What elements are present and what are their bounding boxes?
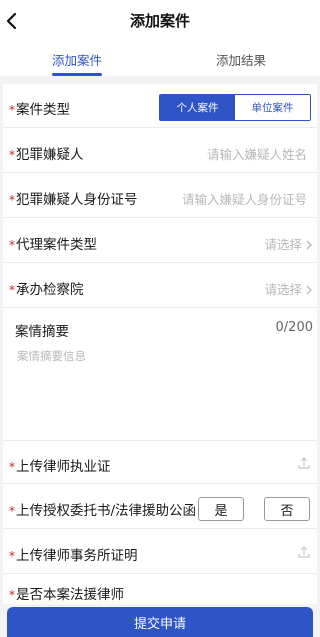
summary-textarea[interactable]: 案情摘要信息 <box>17 348 86 364</box>
legal-aid-label: *是否本案法援律师 <box>9 583 124 603</box>
tab-add-case[interactable]: 添加案件 <box>40 50 114 69</box>
upload-firm-proof-row[interactable]: *上传律师事务所证明 <box>3 530 317 574</box>
upload-authorization-label: *上传授权委托书/法律援助公函 <box>9 499 196 519</box>
tab-active-indicator <box>52 73 102 76</box>
upload-license-text: 上传律师执业证 <box>16 459 111 475</box>
chevron-right-icon <box>306 285 312 295</box>
required-mark: * <box>9 193 15 207</box>
suspect-id-label: *犯罪嫌疑人身份证号 <box>9 188 138 208</box>
required-mark: * <box>9 504 15 518</box>
nav-bar: 添加案件 <box>0 0 320 40</box>
form-card: *案件类型 个人案件 单位案件 *犯罪嫌疑人 请输入嫌疑人姓名 *犯罪嫌疑人身份… <box>3 84 317 604</box>
procuratorate-label: *承办检察院 <box>9 278 84 298</box>
case-type-option-unit[interactable]: 单位案件 <box>235 95 310 120</box>
required-mark: * <box>9 238 15 252</box>
upload-authorization-text: 上传授权委托书/法律援助公函 <box>16 503 197 519</box>
case-type-label: *案件类型 <box>9 98 70 118</box>
case-type-option-personal[interactable]: 个人案件 <box>160 95 235 120</box>
required-mark: * <box>9 588 15 602</box>
required-mark: * <box>9 103 15 117</box>
upload-license-label: *上传律师执业证 <box>9 455 111 475</box>
page-title: 添加案件 <box>129 12 190 30</box>
case-type-row: *案件类型 个人案件 单位案件 <box>3 84 317 128</box>
required-mark: * <box>9 460 15 474</box>
upload-icon[interactable] <box>297 545 311 559</box>
upload-license-row[interactable]: *上传律师执业证 <box>3 440 317 484</box>
legal-aid-no-button[interactable]: 否 <box>264 497 310 521</box>
case-type-text: 案件类型 <box>16 102 70 118</box>
procuratorate-row[interactable]: *承办检察院 请选择 <box>3 264 317 308</box>
suspect-id-row[interactable]: *犯罪嫌疑人身份证号 请输入嫌疑人身份证号 <box>3 174 317 218</box>
suspect-name-text: 犯罪嫌疑人 <box>16 147 84 163</box>
legal-aid-text: 是否本案法援律师 <box>16 587 124 603</box>
case-type-segmented-control: 个人案件 单位案件 <box>159 94 311 121</box>
agency-case-type-label: *代理案件类型 <box>9 233 97 253</box>
upload-firm-proof-label: *上传律师事务所证明 <box>9 544 138 564</box>
upload-icon[interactable] <box>297 456 311 470</box>
suspect-id-text: 犯罪嫌疑人身份证号 <box>16 192 138 208</box>
agency-case-type-select[interactable]: 请选择 <box>264 234 313 253</box>
procuratorate-placeholder: 请选择 <box>264 282 302 297</box>
chevron-right-icon <box>306 240 312 250</box>
legal-aid-yes-button[interactable]: 是 <box>198 497 244 521</box>
suspect-name-row[interactable]: *犯罪嫌疑人 请输入嫌疑人姓名 <box>3 129 317 173</box>
agency-case-type-text: 代理案件类型 <box>16 237 97 253</box>
agency-case-type-row[interactable]: *代理案件类型 请选择 <box>3 219 317 263</box>
agency-case-type-placeholder: 请选择 <box>264 237 302 252</box>
required-mark: * <box>9 549 15 563</box>
summary-label: 案情摘要 <box>15 324 69 340</box>
summary-char-count: 0/200 <box>275 320 313 335</box>
required-mark: * <box>9 283 15 297</box>
procuratorate-select[interactable]: 请选择 <box>264 279 313 298</box>
required-mark: * <box>9 148 15 162</box>
submit-button[interactable]: 提交申请 <box>7 607 313 637</box>
suspect-name-label: *犯罪嫌疑人 <box>9 143 84 163</box>
suspect-name-input[interactable]: 请输入嫌疑人姓名 <box>207 144 307 163</box>
upload-firm-proof-text: 上传律师事务所证明 <box>16 548 138 564</box>
tab-bar: 添加案件 添加结果 <box>0 40 320 76</box>
procuratorate-text: 承办检察院 <box>16 282 84 298</box>
tab-add-result[interactable]: 添加结果 <box>204 50 278 69</box>
suspect-id-input[interactable]: 请输入嫌疑人身份证号 <box>182 189 307 208</box>
